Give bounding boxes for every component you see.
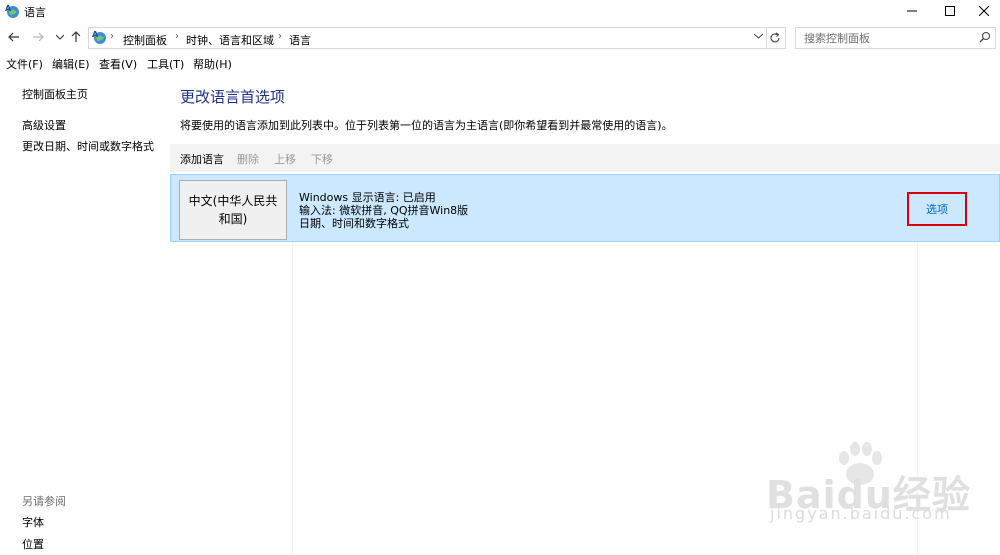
remove-button[interactable]: 删除 <box>237 151 259 167</box>
control-panel-icon: A <box>92 30 106 44</box>
options-link[interactable]: 选项 <box>907 192 967 226</box>
language-toolbar: 添加语言 删除 上移 下移 <box>170 144 1000 172</box>
menu-edit[interactable]: 编辑(E) <box>52 56 90 72</box>
breadcrumb-language[interactable]: 语言 <box>289 32 311 48</box>
title-bar: A 语言 <box>0 0 1000 22</box>
minimize-button[interactable] <box>894 0 930 22</box>
forward-arrow-icon <box>33 32 44 42</box>
page-title: 更改语言首选项 <box>180 88 286 106</box>
menu-file[interactable]: 文件(F) <box>6 56 43 72</box>
address-dropdown-icon[interactable] <box>753 31 764 42</box>
search-box[interactable] <box>795 27 996 49</box>
back-button[interactable] <box>6 29 22 45</box>
sidebar-link-change-date[interactable]: 更改日期、时间或数字格式 <box>22 138 154 154</box>
see-also-heading: 另请参阅 <box>22 495 66 508</box>
sidebar-link-home[interactable]: 控制面板主页 <box>22 86 88 102</box>
sidebar-link-advanced[interactable]: 高级设置 <box>22 117 66 133</box>
maximize-button[interactable] <box>932 0 968 22</box>
formats-label: 日期、时间和数字格式 <box>299 217 409 230</box>
back-arrow-icon <box>8 32 19 42</box>
column-divider <box>292 242 293 555</box>
sidebar-link-location[interactable]: 位置 <box>22 536 44 552</box>
close-icon <box>979 6 989 16</box>
watermark: Baidu经验 jingyan.baidu.com <box>760 442 990 536</box>
menu-view[interactable]: 查看(V) <box>99 56 137 72</box>
language-details: Windows 显示语言: 已启用 输入法: 微软拼音, QQ拼音Win8版 日… <box>299 191 468 230</box>
up-arrow-icon <box>71 31 81 42</box>
breadcrumb-separator-icon: › <box>278 31 282 42</box>
breadcrumb-separator-icon: › <box>175 31 179 42</box>
language-list-item[interactable]: 中文(中华人民共和国) Windows 显示语言: 已启用 输入法: 微软拼音,… <box>170 174 1000 242</box>
close-button[interactable] <box>966 0 1000 22</box>
chevron-down-icon <box>56 34 64 40</box>
move-down-button[interactable]: 下移 <box>311 151 333 167</box>
minimize-icon <box>907 10 917 12</box>
address-bar[interactable]: A › 控制面板 › 时钟、语言和区域 › 语言 <box>88 27 767 49</box>
add-language-button[interactable]: 添加语言 <box>180 151 224 167</box>
up-button[interactable] <box>68 29 84 45</box>
refresh-button[interactable] <box>765 27 786 49</box>
window-title: 语言 <box>24 6 46 19</box>
recent-locations-button[interactable] <box>52 29 68 45</box>
search-icon[interactable] <box>979 31 991 43</box>
menu-tools[interactable]: 工具(T) <box>147 56 184 72</box>
maximize-icon <box>945 6 955 16</box>
breadcrumb-separator-icon: › <box>110 31 114 42</box>
language-tile[interactable]: 中文(中华人民共和国) <box>179 180 287 240</box>
search-input[interactable] <box>802 30 971 47</box>
breadcrumb-control-panel[interactable]: 控制面板 <box>123 32 167 48</box>
breadcrumb-clock-language-region[interactable]: 时钟、语言和区域 <box>186 32 274 48</box>
chevron-down-icon <box>753 33 764 39</box>
svg-text:A: A <box>5 4 12 13</box>
sidebar-link-font[interactable]: 字体 <box>22 514 44 530</box>
language-globe-icon: A <box>5 4 19 18</box>
svg-text:A: A <box>92 30 99 39</box>
menu-help[interactable]: 帮助(H) <box>193 56 232 72</box>
input-method-list: 输入法: 微软拼音, QQ拼音Win8版 <box>299 204 469 217</box>
watermark-url: jingyan.baidu.com <box>770 504 952 523</box>
menu-bar: 文件(F) 编辑(E) 查看(V) 工具(T) 帮助(H) <box>0 54 1000 72</box>
forward-button[interactable] <box>30 29 46 45</box>
display-language-status: Windows 显示语言: 已启用 <box>299 191 436 204</box>
refresh-icon <box>770 32 780 43</box>
move-up-button[interactable]: 上移 <box>274 151 296 167</box>
navigation-bar: A › 控制面板 › 时钟、语言和区域 › 语言 <box>0 26 1000 50</box>
page-description: 将要使用的语言添加到此列表中。位于列表第一位的语言为主语言(即你希望看到并最常使… <box>180 119 673 132</box>
